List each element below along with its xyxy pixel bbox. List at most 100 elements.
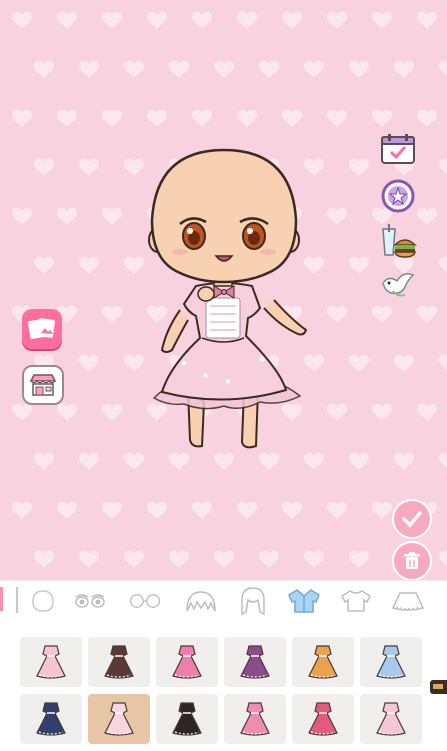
drawer-handle[interactable] xyxy=(430,680,447,694)
category-glasses[interactable] xyxy=(127,585,163,617)
category-face[interactable] xyxy=(25,585,61,617)
background-heart xyxy=(169,60,189,78)
background-heart xyxy=(79,452,99,470)
background-heart xyxy=(282,109,302,127)
dove-button[interactable] xyxy=(378,265,418,303)
clothing-item-red-bow-dress[interactable] xyxy=(292,694,354,744)
category-back-hair[interactable] xyxy=(235,585,271,617)
dress-icon xyxy=(376,702,406,736)
background-heart xyxy=(57,501,77,519)
star-badge-icon xyxy=(381,179,415,213)
background-heart xyxy=(439,60,447,76)
background-heart xyxy=(304,550,324,568)
confirm-button[interactable] xyxy=(392,499,432,539)
dress-icon xyxy=(104,645,134,679)
character-head xyxy=(150,148,298,284)
dress-icon xyxy=(240,702,270,736)
background-heart xyxy=(34,452,54,470)
background-heart xyxy=(57,11,77,29)
background-heart xyxy=(12,501,32,519)
clothing-item-strawberry-dress[interactable] xyxy=(360,694,422,744)
character-avatar[interactable]: ★ ★ ★ ★ xyxy=(140,140,320,460)
clothing-items-panel xyxy=(0,620,447,751)
jacket-icon xyxy=(288,589,320,613)
hair-icon xyxy=(186,591,216,612)
background-heart xyxy=(327,501,347,519)
background-heart xyxy=(394,452,414,470)
shirt-icon xyxy=(341,590,371,612)
background-heart xyxy=(169,550,189,568)
category-jacket[interactable] xyxy=(286,585,322,617)
category-skirt[interactable] xyxy=(390,585,426,617)
background-heart xyxy=(79,256,99,274)
background-heart xyxy=(417,11,437,29)
background-heart xyxy=(34,158,54,176)
category-scroll-indicator xyxy=(0,587,3,611)
background-heart xyxy=(34,550,54,568)
trash-icon xyxy=(404,552,420,569)
long-hair-icon xyxy=(241,587,265,616)
background-heart xyxy=(394,354,414,372)
background-heart xyxy=(327,403,347,421)
background-heart xyxy=(102,403,122,421)
calendar-check-icon xyxy=(381,134,415,164)
category-top[interactable] xyxy=(338,585,374,617)
background-heart xyxy=(12,207,32,225)
background-heart xyxy=(12,11,32,29)
background-heart xyxy=(102,501,122,519)
clothing-item-black-bolero[interactable] xyxy=(88,637,150,687)
background-heart xyxy=(57,403,77,421)
clothing-item-blue-sailor-dress[interactable] xyxy=(360,637,422,687)
photo-album-button[interactable] xyxy=(22,309,62,349)
background-heart xyxy=(327,109,347,127)
category-bar xyxy=(0,580,447,621)
clothing-item-purple-lolita-dress[interactable] xyxy=(224,637,286,687)
background-heart xyxy=(349,158,369,176)
svg-text:★: ★ xyxy=(202,371,209,380)
badge-button[interactable] xyxy=(378,177,418,215)
background-heart xyxy=(79,60,99,78)
background-heart xyxy=(79,354,99,372)
clothing-item-navy-wine-dress[interactable] xyxy=(20,694,82,744)
background-heart xyxy=(439,550,447,566)
dressup-stage: ★ ★ ★ ★ xyxy=(0,0,447,580)
background-heart xyxy=(417,305,437,323)
photo-album-icon xyxy=(27,318,55,339)
background-heart xyxy=(327,11,347,29)
background-heart xyxy=(304,60,324,78)
clothing-item-black-white-maid[interactable] xyxy=(156,694,218,744)
dress-icon xyxy=(376,645,406,679)
background-heart xyxy=(34,256,54,274)
food-button[interactable] xyxy=(378,222,418,260)
background-heart xyxy=(147,109,167,127)
clothing-item-pink-lace-dress[interactable] xyxy=(88,694,150,744)
shop-button[interactable] xyxy=(22,365,64,405)
dress-icon xyxy=(240,645,270,679)
background-heart xyxy=(282,11,302,29)
clothing-item-pink-top[interactable] xyxy=(156,637,218,687)
background-heart xyxy=(417,403,437,421)
background-heart xyxy=(102,207,122,225)
background-heart xyxy=(237,109,257,127)
background-heart xyxy=(372,501,392,519)
background-heart xyxy=(192,501,212,519)
delete-button[interactable] xyxy=(392,541,432,580)
background-heart xyxy=(102,305,122,323)
clothing-item-orange-gingham-dress[interactable] xyxy=(292,637,354,687)
clothing-item-pink-shawl[interactable] xyxy=(20,637,82,687)
eyes-icon xyxy=(75,594,105,608)
background-heart xyxy=(214,60,234,78)
svg-text:★: ★ xyxy=(224,377,232,387)
category-eyes[interactable] xyxy=(72,585,108,617)
dress-icon xyxy=(104,702,134,736)
calendar-button[interactable] xyxy=(378,130,418,168)
background-heart xyxy=(147,501,167,519)
category-hair[interactable] xyxy=(183,585,219,617)
background-heart xyxy=(12,403,32,421)
checkmark-icon xyxy=(402,511,422,528)
glasses-icon xyxy=(129,594,161,608)
clothing-item-pink-tiered-dress[interactable] xyxy=(224,694,286,744)
svg-text:★: ★ xyxy=(180,359,188,369)
background-heart xyxy=(12,109,32,127)
background-heart xyxy=(372,403,392,421)
